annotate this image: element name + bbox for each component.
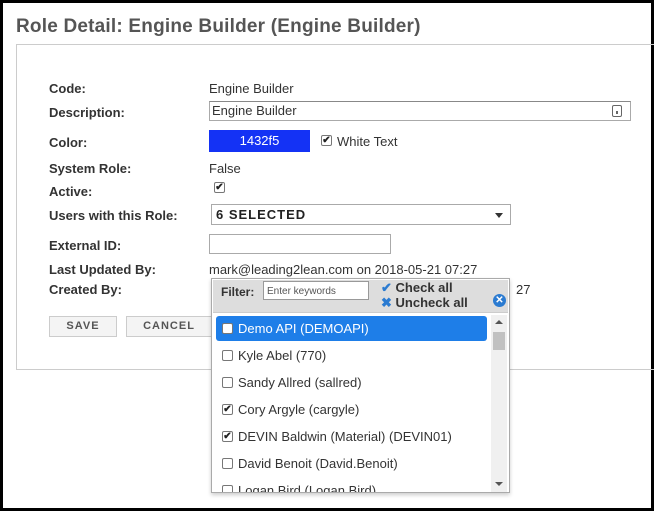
item-checkbox[interactable]: ✔: [222, 431, 233, 442]
list-item[interactable]: Kyle Abel (770): [216, 343, 487, 368]
scrollbar[interactable]: [491, 315, 507, 492]
external-id-label: External ID:: [49, 238, 122, 253]
last-updated-label: Last Updated By:: [49, 262, 156, 277]
save-button[interactable]: SAVE: [49, 316, 117, 337]
color-picker[interactable]: 1432f5: [209, 130, 310, 152]
scroll-up-icon[interactable]: [495, 320, 503, 324]
list-item[interactable]: ✔ Cory Argyle (cargyle): [216, 397, 487, 422]
color-label: Color:: [49, 135, 88, 150]
cross-icon: ✖: [381, 295, 392, 310]
users-label: Users with this Role:: [49, 208, 178, 223]
last-updated-value: mark@leading2lean.com on 2018-05-21 07:2…: [209, 262, 478, 277]
check-icon: ✔: [381, 280, 392, 295]
uncheck-all-link[interactable]: ✖ Uncheck all: [381, 295, 468, 311]
user-list: Demo API (DEMOAPI) Kyle Abel (770) Sandy A…: [213, 315, 491, 492]
filter-input[interactable]: [263, 281, 369, 300]
system-role-label: System Role:: [49, 161, 132, 176]
created-by-value: 27: [516, 282, 531, 297]
external-id-input[interactable]: [209, 234, 391, 254]
lock-icon[interactable]: [612, 105, 622, 117]
item-label: David Benoit (David.Benoit): [238, 456, 398, 471]
filter-label: Filter:: [221, 285, 255, 299]
item-label: Demo API (DEMOAPI): [238, 321, 369, 336]
system-role-value: False: [209, 161, 241, 176]
item-label: Logan Bird (Logan.Bird): [238, 483, 377, 492]
item-label: Kyle Abel (770): [238, 348, 327, 363]
item-checkbox[interactable]: [222, 377, 233, 388]
users-select[interactable]: 6 SELECTED: [211, 204, 511, 225]
users-select-value: 6 SELECTED: [216, 207, 307, 222]
description-value: Engine Builder: [212, 103, 297, 118]
check-all-label: Check all: [395, 280, 453, 295]
users-dropdown: Filter: ✔ Check all ✖ Uncheck all ✕ Demo…: [211, 278, 510, 493]
list-item[interactable]: Demo API (DEMOAPI): [216, 316, 487, 341]
active-label: Active:: [49, 184, 93, 199]
list-item[interactable]: Logan Bird (Logan.Bird): [216, 478, 487, 492]
item-checkbox[interactable]: [222, 485, 233, 492]
active-checkbox[interactable]: ✔: [214, 182, 225, 193]
white-text-checkbox[interactable]: ✔: [321, 135, 332, 146]
item-label: Cory Argyle (cargyle): [238, 402, 360, 417]
page-title: Role Detail: Engine Builder (Engine Buil…: [16, 16, 421, 37]
scroll-down-icon[interactable]: [495, 482, 503, 486]
item-checkbox[interactable]: [222, 458, 233, 469]
list-item[interactable]: ✔ DEVIN Baldwin (Material) (DEVIN01): [216, 424, 487, 449]
check-all-link[interactable]: ✔ Check all: [381, 280, 453, 296]
description-input[interactable]: Engine Builder: [209, 101, 631, 121]
description-label: Description:: [49, 105, 125, 120]
code-label: Code:: [49, 81, 86, 96]
created-by-label: Created By:: [49, 282, 122, 297]
dropdown-header: Filter: ✔ Check all ✖ Uncheck all ✕: [213, 280, 508, 313]
item-checkbox[interactable]: [222, 323, 233, 334]
chevron-down-icon: [495, 213, 503, 218]
white-text-label: White Text: [337, 134, 398, 149]
item-label: DEVIN Baldwin (Material) (DEVIN01): [238, 429, 452, 444]
scroll-thumb[interactable]: [493, 332, 505, 350]
uncheck-all-label: Uncheck all: [395, 295, 468, 310]
code-value: Engine Builder: [209, 81, 294, 96]
close-icon[interactable]: ✕: [493, 294, 506, 307]
list-item[interactable]: David Benoit (David.Benoit): [216, 451, 487, 476]
item-label: Sandy Allred (sallred): [238, 375, 362, 390]
item-checkbox[interactable]: ✔: [222, 404, 233, 415]
list-item[interactable]: Sandy Allred (sallred): [216, 370, 487, 395]
cancel-button[interactable]: CANCEL: [126, 316, 212, 337]
item-checkbox[interactable]: [222, 350, 233, 361]
